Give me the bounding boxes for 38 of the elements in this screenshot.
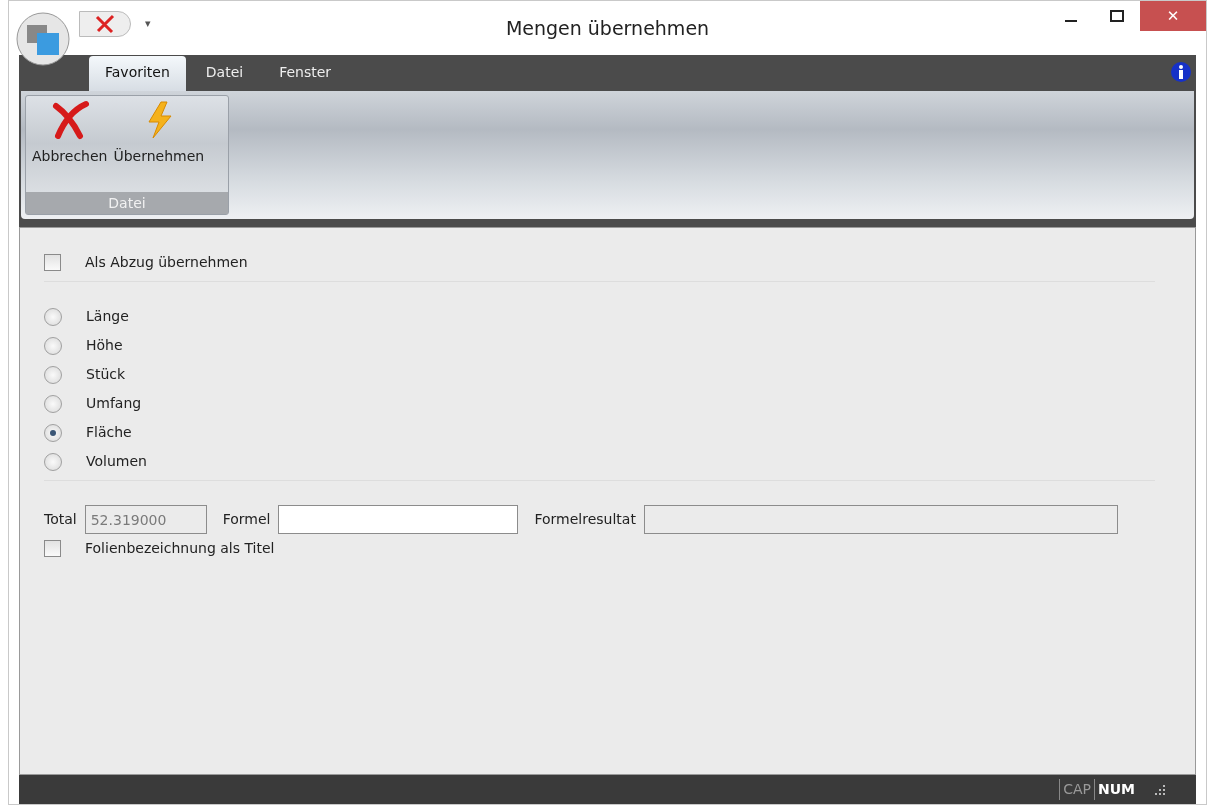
radio-button[interactable]	[44, 307, 62, 326]
field-label: Formel	[222, 510, 271, 529]
close-button[interactable]: ✕	[1140, 1, 1206, 31]
radio-button[interactable]	[44, 452, 62, 471]
radio-label: Stück	[86, 365, 126, 384]
checkbox[interactable]	[44, 254, 61, 271]
window-title: Mengen übernehmen	[505, 15, 710, 41]
radio-label: Höhe	[86, 336, 123, 355]
ribbon-tab[interactable]: Favoriten	[89, 56, 186, 91]
radio-button[interactable]	[44, 423, 62, 442]
checkbox-label: Folienbezeichnung als Titel	[85, 539, 275, 558]
minimize-icon	[1065, 20, 1077, 22]
apply-button[interactable]: Übernehmen	[113, 96, 205, 192]
field-label: Formelresultat	[534, 510, 636, 529]
maximize-icon	[1110, 10, 1124, 22]
status-indicator: NUM	[1093, 779, 1138, 800]
radio-button[interactable]	[44, 394, 62, 413]
cross-icon	[93, 14, 117, 34]
app-orb-icon[interactable]	[15, 11, 71, 67]
radio-label: Länge	[86, 307, 129, 326]
radio-button[interactable]	[44, 336, 62, 355]
status-indicator: CAP	[1059, 779, 1094, 800]
ribbon-tab[interactable]: Datei	[189, 56, 260, 91]
ribbon-tab[interactable]: Fenster	[263, 56, 348, 91]
group-label: Datei	[26, 192, 228, 214]
radio-label: Fläche	[86, 423, 132, 442]
info-icon[interactable]	[1170, 61, 1192, 83]
radio-label: Volumen	[86, 452, 147, 471]
checkbox[interactable]	[44, 540, 61, 557]
customize-dropdown[interactable]: ▾	[145, 15, 151, 33]
cancel-button[interactable]: Abbrechen	[32, 96, 108, 192]
cancel-button[interactable]	[79, 11, 131, 37]
checkbox-label: Als Abzug übernehmen	[85, 253, 248, 272]
radio-button[interactable]	[44, 365, 62, 384]
input-field[interactable]	[278, 505, 519, 534]
field-label: Total	[44, 510, 77, 529]
radio-label: Umfang	[86, 394, 142, 413]
resize-grip-icon[interactable]	[1154, 784, 1166, 796]
